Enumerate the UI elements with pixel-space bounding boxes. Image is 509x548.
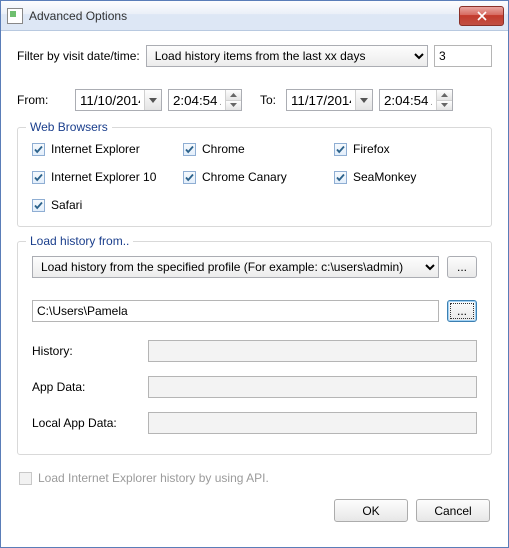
spin-down-icon[interactable] (226, 101, 241, 111)
browser-checkbox[interactable]: Internet Explorer 10 (32, 170, 175, 184)
localappdata-value-input[interactable] (148, 412, 477, 434)
browsers-group: Web Browsers Internet ExplorerChromeFire… (17, 127, 492, 227)
checkbox-box-icon (334, 143, 347, 156)
close-icon (477, 11, 487, 21)
checkbox-box-icon (32, 143, 45, 156)
browser-checkbox[interactable]: Internet Explorer (32, 142, 175, 156)
profile-path-row: ... (32, 300, 477, 322)
dialog-content: Filter by visit date/time: Load history … (1, 31, 508, 547)
browser-label: SeaMonkey (353, 170, 416, 184)
to-date-picker[interactable] (286, 89, 373, 111)
titlebar: Advanced Options (1, 1, 508, 31)
dialog-window: Advanced Options Filter by visit date/ti… (0, 0, 509, 548)
filter-label: Filter by visit date/time: (17, 49, 140, 63)
from-time-input[interactable] (169, 91, 225, 109)
to-time-spinner[interactable] (436, 90, 452, 110)
localappdata-label: Local App Data: (32, 416, 144, 430)
close-button[interactable] (459, 6, 504, 26)
from-label: From: (17, 93, 69, 107)
browser-checkbox[interactable]: Firefox (334, 142, 477, 156)
localappdata-row: Local App Data: (32, 412, 477, 434)
checkbox-box-icon (334, 171, 347, 184)
filter-mode-select[interactable]: Load history items from the last xx days (146, 45, 428, 67)
ok-label: OK (362, 504, 379, 518)
from-time-spinner[interactable] (225, 90, 241, 110)
checkbox-box-icon (183, 143, 196, 156)
browser-label: Firefox (353, 142, 390, 156)
ellipsis-icon: ... (457, 260, 467, 274)
loadfrom-group: Load history from.. Load history from th… (17, 241, 492, 455)
browser-label: Chrome Canary (202, 170, 287, 184)
to-time-picker[interactable] (379, 89, 453, 111)
spin-down-icon[interactable] (437, 101, 452, 111)
appdata-row: App Data: (32, 376, 477, 398)
loadfrom-legend: Load history from.. (26, 234, 133, 248)
profile-path-input[interactable] (32, 300, 439, 322)
checkbox-box-icon (32, 171, 45, 184)
ie-api-label: Load Internet Explorer history by using … (38, 471, 269, 485)
history-value-input[interactable] (148, 340, 477, 362)
ie-api-checkbox: Load Internet Explorer history by using … (19, 471, 492, 485)
browser-label: Chrome (202, 142, 245, 156)
browsers-legend: Web Browsers (26, 120, 112, 134)
cancel-label: Cancel (434, 504, 471, 518)
browser-checkbox[interactable]: Chrome (183, 142, 326, 156)
filter-days-input[interactable] (434, 45, 492, 67)
from-date-dropdown-icon[interactable] (144, 90, 161, 110)
browse-path-button[interactable]: ... (447, 300, 477, 322)
browser-checkbox[interactable]: Chrome Canary (183, 170, 326, 184)
from-time-picker[interactable] (168, 89, 242, 111)
ellipsis-icon: ... (457, 304, 467, 318)
loadfrom-mode-row: Load history from the specified profile … (32, 256, 477, 278)
cancel-button[interactable]: Cancel (416, 499, 490, 522)
to-date-dropdown-icon[interactable] (355, 90, 372, 110)
to-label: To: (248, 93, 280, 107)
browser-checkbox[interactable]: SeaMonkey (334, 170, 477, 184)
from-date-picker[interactable] (75, 89, 162, 111)
browsers-grid: Internet Explorer Chrome Firefox Internet E… (32, 142, 477, 212)
browser-label: Internet Explorer (51, 142, 140, 156)
browser-checkbox[interactable]: Safari (32, 198, 175, 212)
app-icon (7, 8, 23, 24)
filter-row: Filter by visit date/time: Load history … (17, 45, 492, 67)
history-label: History: (32, 344, 144, 358)
history-row: History: (32, 340, 477, 362)
appdata-value-input[interactable] (148, 376, 477, 398)
to-time-input[interactable] (380, 91, 436, 109)
date-range-row: From: To: (17, 89, 492, 111)
appdata-label: App Data: (32, 380, 144, 394)
loadfrom-mode-ellipsis-button[interactable]: ... (447, 256, 477, 278)
spin-up-icon[interactable] (437, 90, 452, 101)
browser-label: Internet Explorer 10 (51, 170, 156, 184)
checkbox-box-icon (19, 472, 32, 485)
checkbox-box-icon (183, 171, 196, 184)
spin-up-icon[interactable] (226, 90, 241, 101)
ok-button[interactable]: OK (334, 499, 408, 522)
to-date-input[interactable] (287, 91, 355, 109)
browser-label: Safari (51, 198, 82, 212)
from-date-input[interactable] (76, 91, 144, 109)
window-title: Advanced Options (29, 9, 459, 23)
loadfrom-mode-select[interactable]: Load history from the specified profile … (32, 256, 439, 278)
dialog-footer: OK Cancel (17, 499, 492, 522)
checkbox-box-icon (32, 199, 45, 212)
